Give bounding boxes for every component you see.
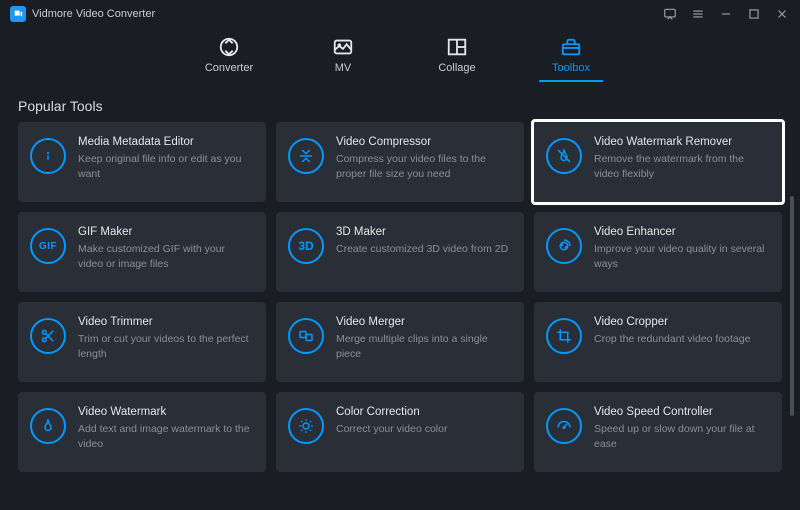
- converter-icon: [218, 36, 240, 58]
- app-title: Vidmore Video Converter: [32, 8, 155, 20]
- tools-grid: Media Metadata Editor Keep original file…: [0, 122, 800, 490]
- enhancer-icon: [546, 228, 582, 264]
- crop-icon: [546, 318, 582, 354]
- tool-desc: Trim or cut your videos to the perfect l…: [78, 332, 252, 361]
- info-icon: [30, 138, 66, 174]
- mv-icon: [332, 36, 354, 58]
- tool-color-correction[interactable]: Color Correction Correct your video colo…: [276, 392, 524, 472]
- tool-desc: Compress your video files to the proper …: [336, 152, 510, 181]
- tool-text: Media Metadata Editor Keep original file…: [78, 136, 252, 181]
- tool-text: Color Correction Correct your video colo…: [336, 406, 510, 437]
- close-button[interactable]: [774, 6, 790, 22]
- watermark-remove-icon: [546, 138, 582, 174]
- tool-title: Media Metadata Editor: [78, 136, 252, 148]
- tool-video-merger[interactable]: Video Merger Merge multiple clips into a…: [276, 302, 524, 382]
- nav-collage[interactable]: Collage: [425, 36, 489, 82]
- watermark-icon: [30, 408, 66, 444]
- 3d-icon: 3D: [288, 228, 324, 264]
- tool-text: Video Watermark Add text and image water…: [78, 406, 252, 451]
- menu-icon[interactable]: [690, 6, 706, 22]
- nav-label: MV: [335, 62, 352, 74]
- tool-title: Video Merger: [336, 316, 510, 328]
- tool-desc: Keep original file info or edit as you w…: [78, 152, 252, 181]
- scissors-icon: [30, 318, 66, 354]
- maximize-button[interactable]: [746, 6, 762, 22]
- tool-text: Video Compressor Compress your video fil…: [336, 136, 510, 181]
- tool-text: Video Enhancer Improve your video qualit…: [594, 226, 768, 271]
- nav-toolbox[interactable]: Toolbox: [539, 36, 603, 82]
- tool-text: Video Watermark Remover Remove the water…: [594, 136, 768, 181]
- top-nav: Converter MV Collage Toolbox: [0, 28, 800, 86]
- gif-icon: GIF: [30, 228, 66, 264]
- tool-desc: Improve your video quality in several wa…: [594, 242, 768, 271]
- collage-icon: [446, 36, 468, 58]
- sun-icon: [288, 408, 324, 444]
- titlebar-controls: [662, 6, 790, 22]
- tool-desc: Create customized 3D video from 2D: [336, 242, 510, 257]
- tool-title: Video Compressor: [336, 136, 510, 148]
- tool-text: GIF Maker Make customized GIF with your …: [78, 226, 252, 271]
- tool-title: GIF Maker: [78, 226, 252, 238]
- tool-video-watermark-remover[interactable]: Video Watermark Remover Remove the water…: [531, 119, 785, 205]
- tool-desc: Remove the watermark from the video flex…: [594, 152, 768, 181]
- tool-title: Video Trimmer: [78, 316, 252, 328]
- tool-video-compressor[interactable]: Video Compressor Compress your video fil…: [276, 122, 524, 202]
- tool-media-metadata-editor[interactable]: Media Metadata Editor Keep original file…: [18, 122, 266, 202]
- tool-title: Color Correction: [336, 406, 510, 418]
- tool-desc: Make customized GIF with your video or i…: [78, 242, 252, 271]
- tool-desc: Correct your video color: [336, 422, 510, 437]
- speed-icon: [546, 408, 582, 444]
- tool-desc: Merge multiple clips into a single piece: [336, 332, 510, 361]
- nav-label: Collage: [438, 62, 475, 74]
- toolbox-icon: [560, 36, 582, 58]
- nav-converter[interactable]: Converter: [197, 36, 261, 82]
- tool-text: 3D Maker Create customized 3D video from…: [336, 226, 510, 257]
- tool-text: Video Cropper Crop the redundant video f…: [594, 316, 768, 347]
- nav-mv[interactable]: MV: [311, 36, 375, 82]
- tool-video-cropper[interactable]: Video Cropper Crop the redundant video f…: [534, 302, 782, 382]
- tool-desc: Speed up or slow down your file at ease: [594, 422, 768, 451]
- tool-text: Video Speed Controller Speed up or slow …: [594, 406, 768, 451]
- tool-video-watermark[interactable]: Video Watermark Add text and image water…: [18, 392, 266, 472]
- tool-title: Video Cropper: [594, 316, 768, 328]
- compress-icon: [288, 138, 324, 174]
- comment-icon[interactable]: [662, 6, 678, 22]
- tool-title: Video Watermark: [78, 406, 252, 418]
- tool-title: Video Speed Controller: [594, 406, 768, 418]
- scrollbar[interactable]: [790, 196, 794, 416]
- nav-label: Converter: [205, 62, 253, 74]
- tool-gif-maker[interactable]: GIF GIF Maker Make customized GIF with y…: [18, 212, 266, 292]
- tool-title: 3D Maker: [336, 226, 510, 238]
- titlebar-left: Vidmore Video Converter: [10, 6, 155, 22]
- tool-title: Video Watermark Remover: [594, 136, 768, 148]
- tool-video-enhancer[interactable]: Video Enhancer Improve your video qualit…: [534, 212, 782, 292]
- tool-text: Video Merger Merge multiple clips into a…: [336, 316, 510, 361]
- tool-3d-maker[interactable]: 3D 3D Maker Create customized 3D video f…: [276, 212, 524, 292]
- tool-title: Video Enhancer: [594, 226, 768, 238]
- titlebar: Vidmore Video Converter: [0, 0, 800, 28]
- tool-desc: Crop the redundant video footage: [594, 332, 768, 347]
- tool-video-speed-controller[interactable]: Video Speed Controller Speed up or slow …: [534, 392, 782, 472]
- minimize-button[interactable]: [718, 6, 734, 22]
- content: Popular Tools Media Metadata Editor Keep…: [0, 86, 800, 490]
- app-logo-icon: [10, 6, 26, 22]
- tool-desc: Add text and image watermark to the vide…: [78, 422, 252, 451]
- nav-label: Toolbox: [552, 62, 590, 74]
- tool-text: Video Trimmer Trim or cut your videos to…: [78, 316, 252, 361]
- tool-video-trimmer[interactable]: Video Trimmer Trim or cut your videos to…: [18, 302, 266, 382]
- merger-icon: [288, 318, 324, 354]
- section-title: Popular Tools: [0, 86, 800, 122]
